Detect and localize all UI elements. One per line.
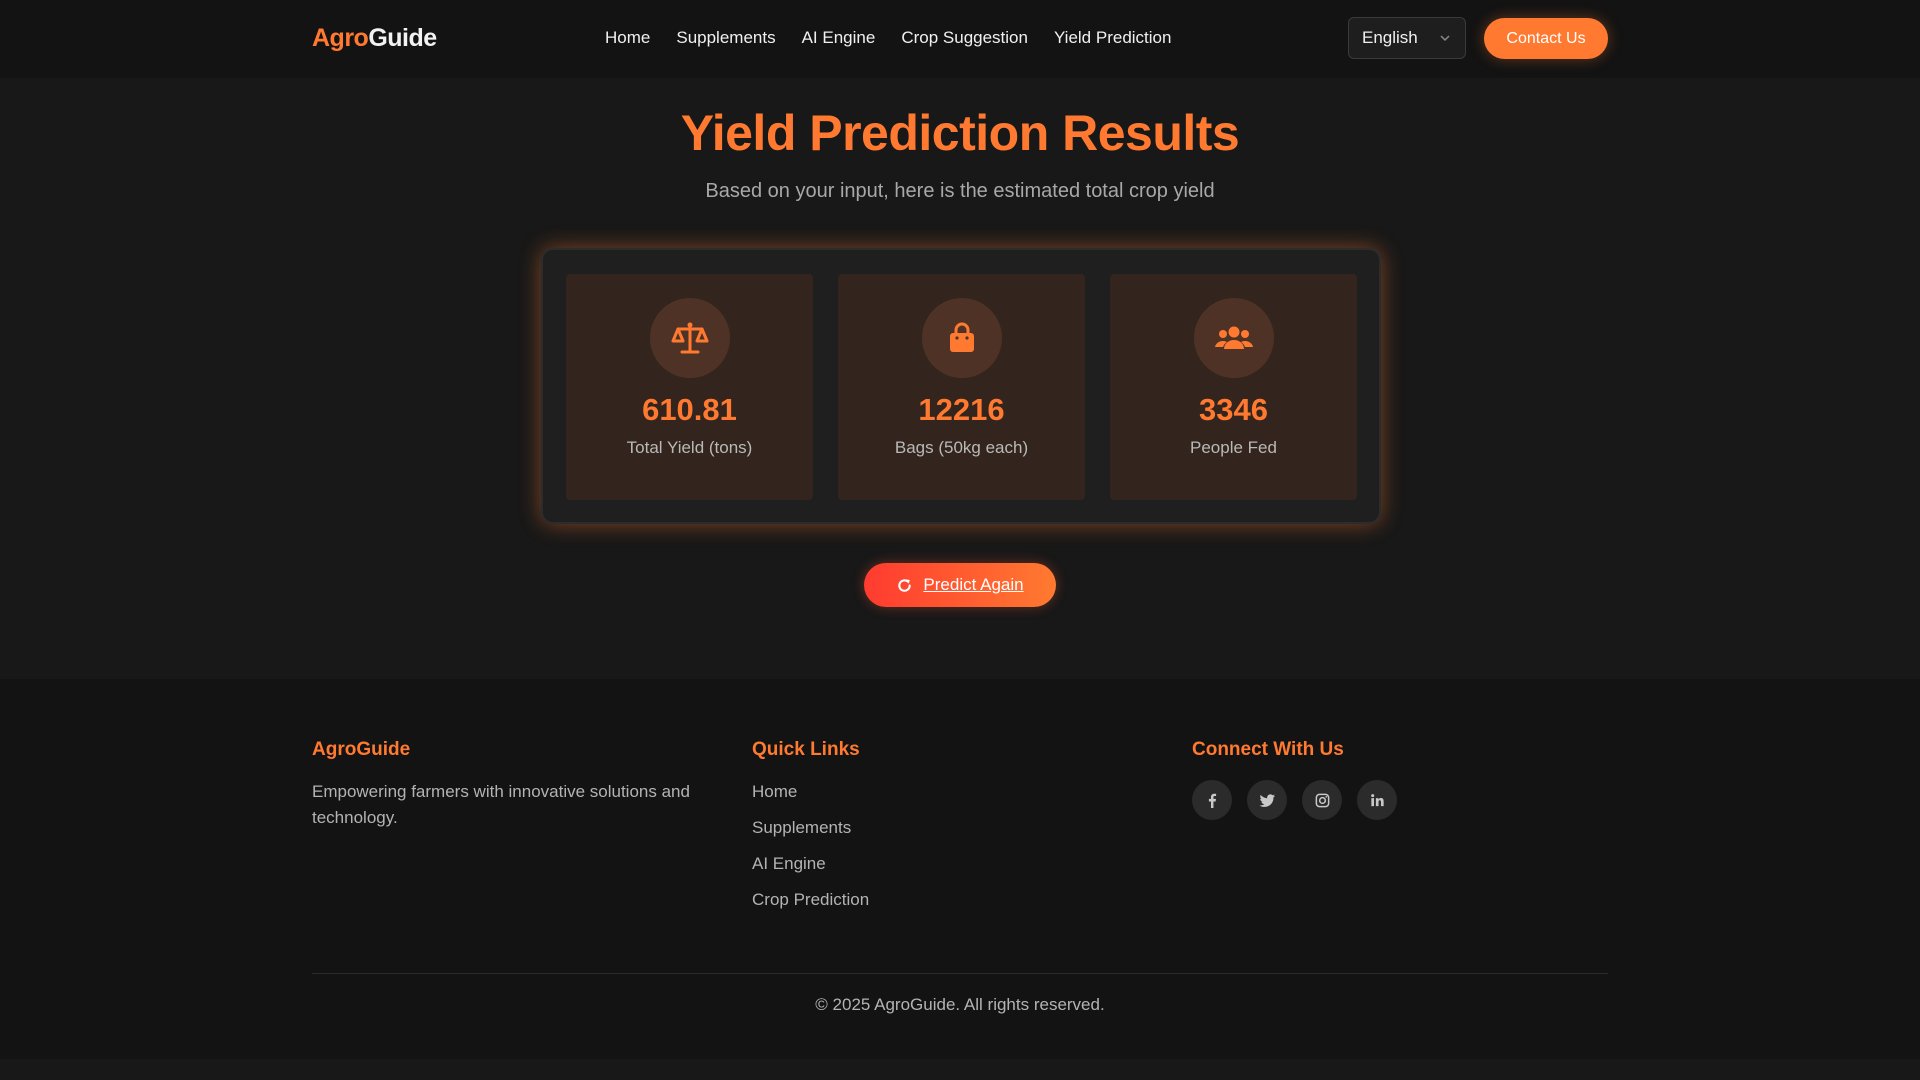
language-select[interactable]: English xyxy=(1348,17,1466,59)
quick-links-list: Home Supplements AI Engine Crop Predicti… xyxy=(752,782,869,926)
footer-description: Empowering farmers with innovative solut… xyxy=(312,782,690,827)
stat-card-people-fed: 3346 People Fed xyxy=(1110,274,1357,500)
copyright: © 2025 AgroGuide. All rights reserved. xyxy=(815,995,1105,1014)
footer-link-crop-prediction[interactable]: Crop Prediction xyxy=(752,890,869,926)
people-fed-value: 3346 xyxy=(1199,392,1268,427)
refresh-icon xyxy=(898,578,912,592)
predict-again-label: Predict Again xyxy=(923,575,1024,594)
quick-links-title: Quick Links xyxy=(752,739,860,760)
linkedin-icon xyxy=(1370,793,1384,806)
instagram-link[interactable] xyxy=(1302,780,1342,820)
nav-links: Home Supplements AI Engine Crop Suggesti… xyxy=(605,28,1171,48)
footer-link-home[interactable]: Home xyxy=(752,782,869,818)
chevron-down-icon xyxy=(1440,35,1450,42)
nav-link-home[interactable]: Home xyxy=(605,28,650,48)
facebook-link[interactable] xyxy=(1192,780,1232,820)
shopping-bag-icon xyxy=(921,298,1002,378)
stat-card-total-yield: 610.81 Total Yield (tons) xyxy=(566,274,813,500)
scale-icon xyxy=(649,298,730,378)
nav-link-supplements[interactable]: Supplements xyxy=(676,28,775,48)
facebook-icon xyxy=(1208,793,1216,808)
twitter-link[interactable] xyxy=(1247,780,1287,820)
language-value: English xyxy=(1362,28,1418,47)
brand-part-2: Guide xyxy=(368,24,437,52)
total-yield-value: 610.81 xyxy=(642,392,737,427)
stat-card-bags: 12216 Bags (50kg each) xyxy=(838,274,1085,500)
footer-link-ai-engine[interactable]: AI Engine xyxy=(752,854,869,890)
bags-value: 12216 xyxy=(918,392,1005,427)
users-icon xyxy=(1193,298,1274,378)
nav-link-crop-suggestion[interactable]: Crop Suggestion xyxy=(901,28,1028,48)
brand-logo[interactable]: AgroGuide xyxy=(312,24,437,53)
page-title: Yield Prediction Results xyxy=(680,105,1240,161)
linkedin-link[interactable] xyxy=(1357,780,1397,820)
twitter-icon xyxy=(1259,793,1275,807)
footer-divider xyxy=(312,973,1608,974)
navbar: AgroGuide Home Supplements AI Engine Cro… xyxy=(0,0,1920,78)
footer: AgroGuide Empowering farmers with innova… xyxy=(0,679,1920,1059)
nav-link-ai-engine[interactable]: AI Engine xyxy=(802,28,876,48)
people-fed-label: People Fed xyxy=(1190,438,1277,457)
footer-brand-title: AgroGuide xyxy=(312,739,411,760)
social-links xyxy=(1192,780,1397,820)
brand-part-1: Agro xyxy=(312,24,369,52)
contact-us-button[interactable]: Contact Us xyxy=(1484,18,1608,59)
nav-link-yield-prediction[interactable]: Yield Prediction xyxy=(1054,28,1172,48)
connect-title: Connect With Us xyxy=(1192,739,1344,760)
total-yield-label: Total Yield (tons) xyxy=(626,438,753,457)
page-subtitle: Based on your input, here is the estimat… xyxy=(705,180,1215,202)
instagram-icon xyxy=(1315,793,1329,807)
footer-link-supplements[interactable]: Supplements xyxy=(752,818,869,854)
bags-label: Bags (50kg each) xyxy=(894,438,1029,457)
results-card: 610.81 Total Yield (tons) 12216 Bags (50… xyxy=(541,248,1381,524)
predict-again-button[interactable]: Predict Again xyxy=(864,563,1056,607)
